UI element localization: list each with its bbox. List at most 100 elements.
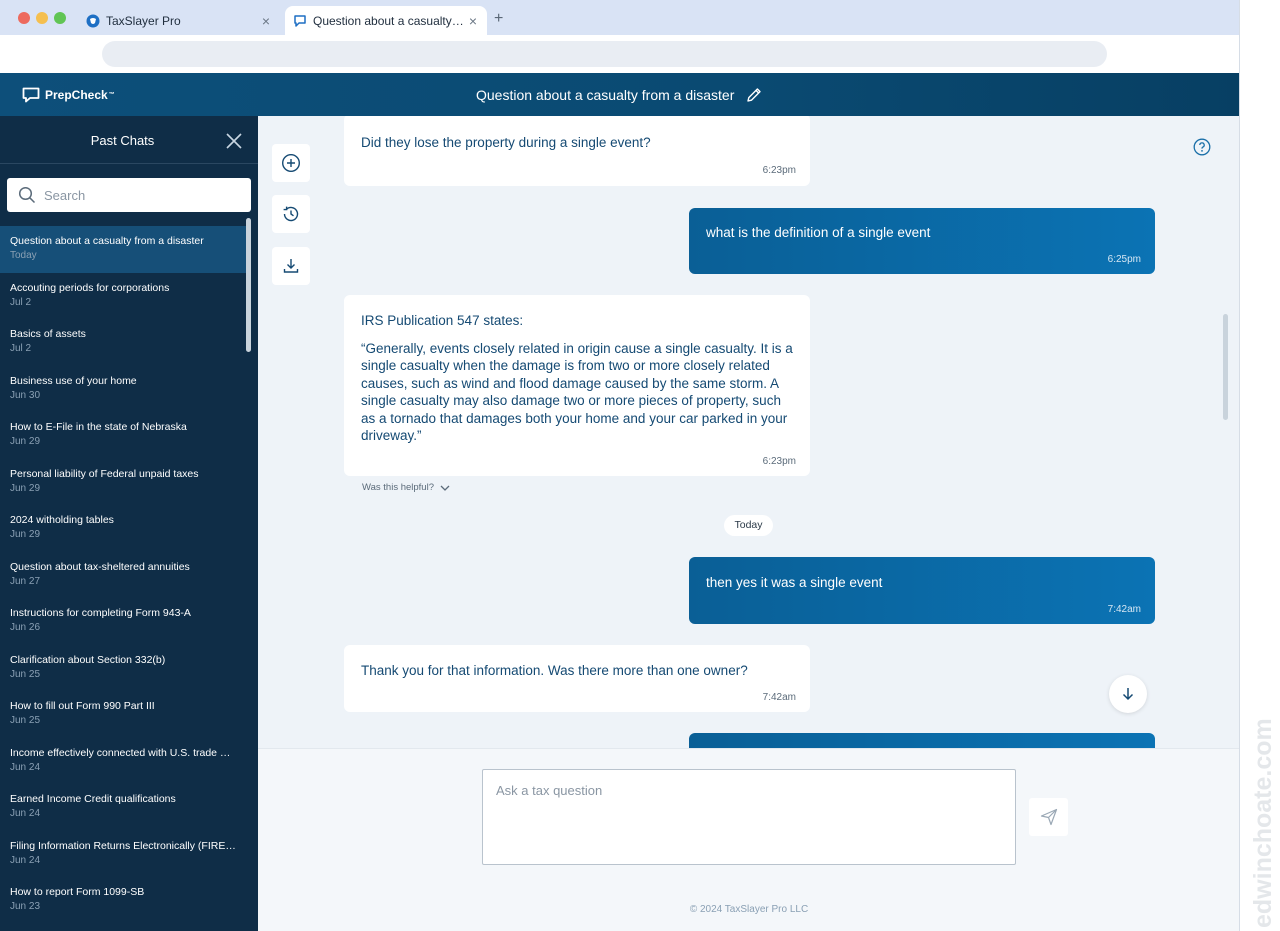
chat-item-date: Jun 26 [10,622,41,633]
chat-history-button[interactable] [272,195,310,233]
send-button[interactable] [1029,798,1068,836]
user-message: what is the definition of a single event… [689,208,1155,274]
arrow-down-icon [1122,688,1134,701]
chat-item-title: Accouting periods for corporations [10,281,170,294]
chat-item-title: Earned Income Credit qualifications [10,793,176,805]
logo-trademark: ™ [108,92,115,98]
address-bar[interactable] [102,41,1107,67]
chat-item-date: Jun 23 [10,901,41,912]
chat-item-title: Personal liability of Federal unpaid tax… [10,467,199,480]
close-sidebar-icon[interactable] [225,132,243,150]
message-time: 6:23pm [762,165,796,176]
chat-history-item[interactable]: Personal liability of Federal unpaid tax… [0,459,246,506]
feedback-toggle[interactable]: Was this helpful? [362,482,450,493]
chat-item-date: Jun 29 [10,436,41,447]
chat-history-item[interactable]: Business use of your home Jun 30 [0,366,246,413]
copyright: © 2024 TaxSlayer Pro LLC [689,904,809,915]
chat-item-date: Jul 2 [10,343,32,354]
chat-item-title: Business use of your home [10,374,137,387]
chat-item-title: 2024 witholding tables [10,514,114,526]
chat-item-title: Question about a casualty from a disaste… [10,235,204,247]
chat-search-box[interactable] [7,178,251,212]
browser-tab-chat[interactable]: Question about a casualty fr... × [285,6,487,35]
send-icon [1040,808,1057,826]
message-time: 6:23pm [762,456,796,467]
chat-item-date: Jun 30 [10,389,41,401]
chat-item-title: How to report Form 1099-SB [10,886,145,898]
chat-item-date: Jun 29 [10,529,41,540]
chat-item-date: Jun 24 [10,761,41,773]
chat-item-date: Jul 2 [10,296,32,308]
chat-history-item[interactable]: Basics of assets Jul 2 [0,319,246,366]
chevron-down-icon [440,485,450,491]
chat-item-date: Jun 24 [10,854,41,866]
tab-title: Question about a casualty fr... [313,13,467,28]
chat-history-item[interactable]: Income effectively connected with U.S. t… [0,738,246,785]
chat-item-date: Today [10,250,37,261]
prepcheck-logo[interactable]: PrepCheck ™ [22,87,115,103]
close-window-button[interactable] [18,12,30,24]
chat-item-date: Jun 29 [10,482,41,494]
sidebar-title: Past Chats [90,133,155,148]
chat-title: Question about a casualty from a disaste… [476,87,735,103]
sidebar-header: Past Chats [0,116,258,164]
maximize-window-button[interactable] [54,12,66,24]
scroll-to-bottom-button[interactable] [1109,675,1147,713]
chat-history-item[interactable]: How to report Form 1099-SB Jun 23 [0,877,246,924]
chat-history-item[interactable]: How to E-File in the state of Nebraska Ju… [0,412,246,459]
download-chat-button[interactable] [272,247,310,285]
chat-history-item[interactable]: Question about tax-sheltered annuities Ju… [0,552,246,599]
question-input[interactable] [482,769,1016,865]
feedback-prompt: Was this helpful? [362,482,434,493]
assistant-message: IRS Publication 547 states: “Generally, … [344,295,810,476]
chat-item-date: Jun 24 [10,808,41,819]
tab-close-icon[interactable]: × [467,13,479,29]
browser-tab-bar: TaxSlayer Pro × Question about a casualt… [0,0,1239,35]
user-message: then yes it was a single event 7:42am [689,557,1155,624]
chat-history-item[interactable]: Instructions for completing Form 943-A Ju… [0,598,246,645]
search-input[interactable] [44,187,224,203]
chat-item-date: Jun 25 [10,715,41,726]
sidebar-scrollbar[interactable] [246,218,251,352]
past-chats-sidebar: Past Chats Question about a casualty fro… [0,116,258,931]
chat-history-item[interactable]: Clarification about Section 332(b) Jun 25 [0,645,246,692]
app-header: PrepCheck ™ Question about a casualty fro… [0,73,1239,116]
minimize-window-button[interactable] [36,12,48,24]
message-text: Did they lose the property during a sing… [361,135,651,150]
watermark-text: edwinchoate.com [1250,718,1276,928]
chat-item-title: Question about tax-sheltered annuities [10,560,190,573]
browser-tab-taxslayer[interactable]: TaxSlayer Pro × [78,6,280,35]
chat-item-title: How to fill out Form 990 Part III [10,700,155,712]
message-time: 7:42am [1107,604,1141,615]
message-intro: IRS Publication 547 states: [361,313,524,328]
edit-title-pencil-icon[interactable] [745,86,763,104]
chat-history-item[interactable]: 2024 witholding tables Jun 29 [0,505,246,552]
tab-close-icon[interactable]: × [260,13,272,29]
assistant-message: Did they lose the property during a sing… [344,116,810,186]
message-time: 7:42am [762,692,796,703]
chat-history-item[interactable]: Accouting periods for corporations Jul 2 [0,273,246,320]
search-icon [18,186,36,204]
chat-item-title: Basics of assets [10,328,86,340]
message-quote: “Generally, events closely related in or… [361,340,793,444]
chat-scrollbar[interactable] [1223,314,1228,420]
message-text: Thank you for that information. Was ther… [361,663,748,678]
chat-bubble-logo-icon [22,87,40,103]
chat-item-title: Clarification about Section 332(b) [10,653,166,666]
chat-history-item[interactable]: Earned Income Credit qualifications Jun 2… [0,784,246,831]
message-time: 6:25pm [1107,254,1141,265]
download-icon [283,259,299,273]
plus-circle-icon [281,153,301,173]
chat-item-title: How to E-File in the state of Nebraska [10,421,187,433]
logo-text: PrepCheck [45,88,108,102]
chat-history-item[interactable]: How to fill out Form 990 Part III Jun 25 [0,691,246,738]
browser-window: TaxSlayer Pro × Question about a casualt… [0,0,1240,931]
chat-history-item[interactable]: Question about a casualty from a disaste… [0,226,246,273]
new-tab-button[interactable]: + [494,10,503,28]
chat-item-date: Jun 27 [10,575,41,587]
taxslayer-favicon-icon [86,14,100,27]
new-chat-button[interactable] [272,144,310,182]
composer: © 2024 TaxSlayer Pro LLC [258,748,1239,931]
chat-history-item[interactable]: Filing Information Returns Electronicall… [0,831,246,878]
help-icon[interactable] [1193,138,1211,156]
